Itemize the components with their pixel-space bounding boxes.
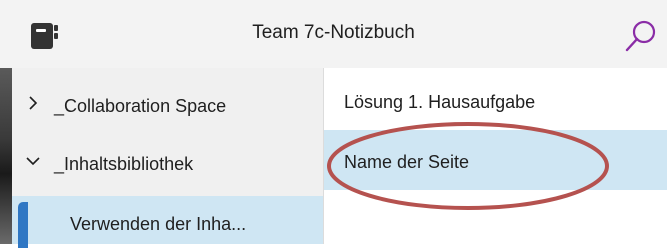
notebook-title: Team 7c-Notizbuch	[252, 22, 415, 43]
app-header: Team 7c-Notizbuch	[0, 0, 667, 69]
pages-pane: Lösung 1. Hausaufgabe Name der Seite	[324, 68, 667, 244]
section-label: _Inhaltsbibliothek	[54, 154, 194, 174]
page-item-name-der-seite[interactable]: Name der Seite	[324, 130, 667, 190]
search-icon[interactable]	[624, 19, 658, 53]
chevron-right-icon[interactable]	[26, 96, 40, 110]
page-label: Lösung 1. Hausaufgabe	[344, 92, 536, 112]
page-item-loesung[interactable]: Lösung 1. Hausaufgabe	[324, 70, 667, 130]
window-edge	[0, 68, 12, 244]
section-label: _Collaboration Space	[54, 96, 227, 116]
page-label: Name der Seite	[344, 152, 470, 172]
chevron-down-icon[interactable]	[26, 154, 40, 168]
section-item-collaboration-space[interactable]: _Collaboration Space	[12, 76, 323, 136]
section-label: Verwenden der Inha...	[70, 214, 247, 234]
section-color-tab	[18, 202, 28, 248]
section-item-verwenden[interactable]: Verwenden der Inha...	[12, 196, 323, 248]
section-item-inhaltsbibliothek[interactable]: _Inhaltsbibliothek	[12, 134, 323, 194]
sections-pane: _Collaboration Space _Inhaltsbibliothek …	[12, 68, 324, 248]
